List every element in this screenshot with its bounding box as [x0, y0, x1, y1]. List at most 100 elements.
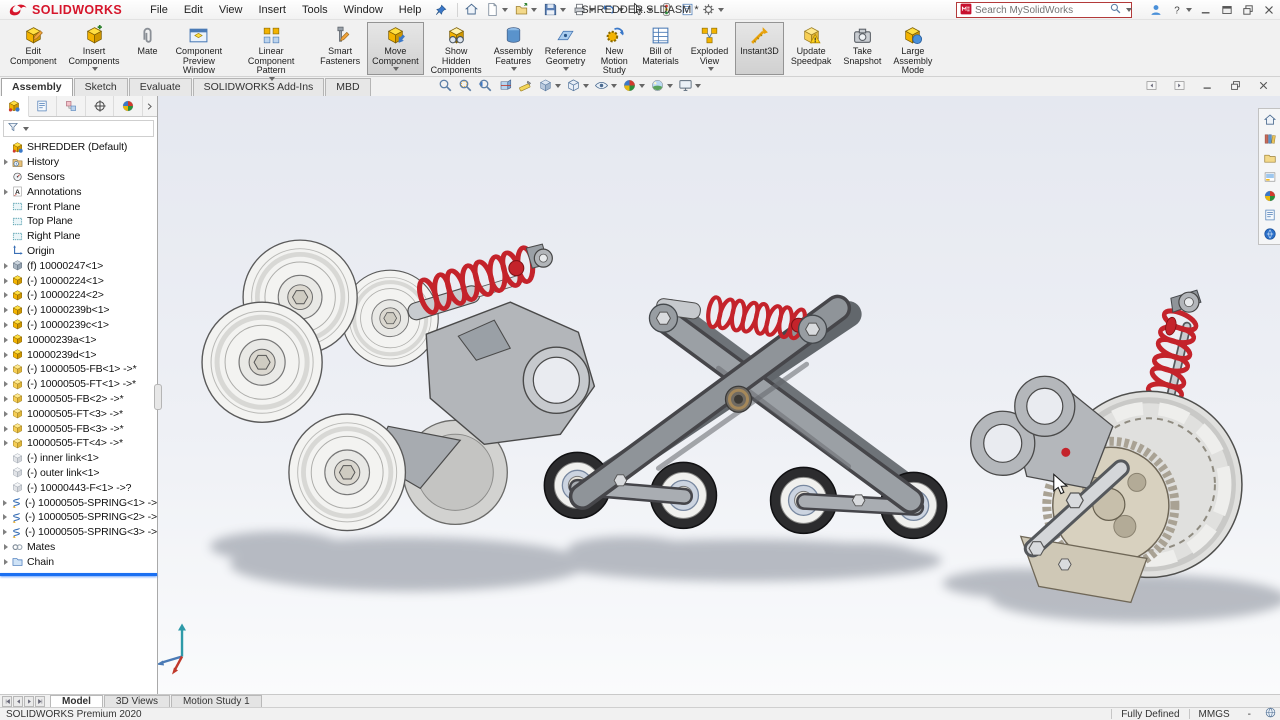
reference-geometry-button[interactable]: Reference Geometry: [540, 22, 592, 75]
pane-left-button[interactable]: [1143, 79, 1160, 92]
tree-item-10000443-f-1[interactable]: (-) 10000443-F<1> ->?: [0, 480, 157, 495]
expand-arrow[interactable]: [0, 500, 10, 506]
expand-arrow[interactable]: [0, 544, 11, 550]
solidworks-forum-button[interactable]: [1261, 226, 1279, 241]
menu-view[interactable]: View: [211, 1, 251, 19]
move-component-dropdown-icon[interactable]: [393, 67, 399, 71]
expand-arrow[interactable]: [0, 352, 11, 358]
tree-item-10000505-ft-4[interactable]: 10000505-FT<4> ->*: [0, 436, 157, 451]
expand-arrow[interactable]: [0, 381, 11, 387]
display-style-dropdown-icon[interactable]: [583, 84, 589, 88]
panel-splitter-handle[interactable]: [154, 384, 162, 410]
tab-mbd[interactable]: MBD: [325, 78, 370, 96]
menu-edit[interactable]: Edit: [176, 1, 211, 19]
pane-right-button[interactable]: [1171, 79, 1188, 92]
next-tab-button[interactable]: [24, 696, 34, 707]
tree-item-10000505-fb-2[interactable]: 10000505-FB<2> ->*: [0, 392, 157, 407]
tree-item-10000239a-1[interactable]: 10000239a<1>: [0, 332, 157, 347]
panel-tab-configuration-manager[interactable]: [57, 96, 86, 116]
search-icon[interactable]: [1110, 3, 1121, 17]
units-selector[interactable]: MMGS: [1199, 709, 1230, 720]
tree-item-10000239c-1[interactable]: (-) 10000239c<1>: [0, 318, 157, 333]
panel-tab-feature-manager[interactable]: [0, 96, 29, 117]
exploded-view-dropdown-icon[interactable]: [708, 67, 714, 71]
display-style-button[interactable]: [566, 78, 589, 93]
show-hidden-components-button[interactable]: Show Hidden Components: [426, 22, 487, 75]
expand-arrow[interactable]: [0, 292, 11, 298]
search-box[interactable]: [956, 2, 1132, 18]
section-view-button[interactable]: [498, 78, 513, 93]
insert-components-dropdown-icon[interactable]: [92, 67, 98, 71]
expand-arrow[interactable]: [0, 337, 11, 343]
edit-appearance-dropdown-icon[interactable]: [639, 84, 645, 88]
expand-arrow[interactable]: [0, 189, 11, 195]
tree-item-10000505-ft-1[interactable]: (-) 10000505-FT<1> ->*: [0, 377, 157, 392]
save-dropdown-icon[interactable]: [560, 8, 566, 12]
save-button[interactable]: [541, 2, 568, 17]
bottom-tab-motion-study-1[interactable]: Motion Study 1: [171, 695, 262, 707]
panel-tab-property-manager[interactable]: [29, 96, 58, 116]
open-document-dropdown-icon[interactable]: [531, 8, 537, 12]
expand-arrow[interactable]: [0, 411, 11, 417]
expand-arrow[interactable]: [0, 559, 11, 565]
first-tab-button[interactable]: [2, 696, 12, 707]
units-dropdown[interactable]: -: [1248, 709, 1251, 720]
new-motion-study-button[interactable]: New Motion Study: [593, 22, 635, 75]
tree-item-10000505-spring-3[interactable]: (-) 10000505-SPRING<3> ->: [0, 525, 157, 540]
tree-item-10000505-spring-2[interactable]: (-) 10000505-SPRING<2> ->: [0, 510, 157, 525]
assembly-features-button[interactable]: Assembly Features: [489, 22, 538, 75]
graphics-area[interactable]: Z: [158, 96, 1280, 694]
view-orientation-dropdown-icon[interactable]: [555, 84, 561, 88]
expand-arrow[interactable]: [0, 159, 11, 165]
mate-button[interactable]: Mate: [127, 22, 169, 75]
apply-scene-dropdown-icon[interactable]: [667, 84, 673, 88]
apply-scene-button[interactable]: [650, 78, 673, 93]
smart-fasteners-button[interactable]: Smart Fasteners: [315, 22, 365, 75]
tree-item-10000505-fb-3[interactable]: 10000505-FB<3> ->*: [0, 421, 157, 436]
expand-arrow[interactable]: [0, 396, 11, 402]
search-input[interactable]: [975, 4, 1107, 17]
panel-tab-dimxpert-manager[interactable]: [86, 96, 115, 116]
close-document-button[interactable]: [1255, 79, 1272, 92]
tree-item-outer-link-1[interactable]: (-) outer link<1>: [0, 466, 157, 481]
instant3d-button[interactable]: Instant3D: [735, 22, 784, 75]
bottom-tab-3d-views[interactable]: 3D Views: [104, 695, 170, 707]
menu-file[interactable]: File: [142, 1, 176, 19]
pin-menu-icon[interactable]: [435, 4, 447, 16]
reference-geometry-dropdown-icon[interactable]: [563, 67, 569, 71]
new-document-button[interactable]: [483, 2, 510, 17]
update-speedpak-button[interactable]: Update Speedpak: [786, 22, 837, 75]
close-app-button[interactable]: [1262, 3, 1276, 17]
tree-item-sensors[interactable]: Sensors: [0, 170, 157, 185]
tab-solidworks-add-ins[interactable]: SOLIDWORKS Add-Ins: [193, 78, 325, 96]
move-component-button[interactable]: Move Component: [367, 22, 424, 75]
view-settings-dropdown-icon[interactable]: [695, 84, 701, 88]
panel-tabs-overflow-icon[interactable]: [143, 96, 157, 116]
view-settings-button[interactable]: [678, 78, 701, 93]
new-document-dropdown-icon[interactable]: [502, 8, 508, 12]
filter-funnel-icon[interactable]: [7, 121, 19, 136]
zoom-to-fit-button[interactable]: [438, 78, 453, 93]
insert-components-button[interactable]: Insert Components: [64, 22, 125, 75]
panel-tab-display-manager[interactable]: [114, 96, 143, 116]
expand-arrow[interactable]: [0, 307, 11, 313]
file-explorer-button[interactable]: [1261, 150, 1279, 165]
globe-icon[interactable]: [1265, 707, 1276, 720]
expand-arrow[interactable]: [0, 529, 10, 535]
search-dropdown-icon[interactable]: [1126, 8, 1132, 12]
expand-arrow[interactable]: [0, 514, 10, 520]
tree-item-chain[interactable]: Chain: [0, 554, 157, 569]
tree-item-annotations[interactable]: AAnnotations: [0, 184, 157, 199]
bottom-tab-model[interactable]: Model: [50, 695, 103, 707]
tree-filter[interactable]: [3, 120, 154, 137]
tab-sketch[interactable]: Sketch: [74, 78, 128, 96]
tree-root[interactable]: SHREDDER (Default): [0, 140, 157, 155]
tree-item-10000239b-1[interactable]: (-) 10000239b<1>: [0, 303, 157, 318]
menu-tools[interactable]: Tools: [294, 1, 336, 19]
minimize-app-button[interactable]: [1199, 3, 1213, 17]
tree-item-right-plane[interactable]: Right Plane: [0, 229, 157, 244]
assembly-features-dropdown-icon[interactable]: [511, 67, 517, 71]
tab-assembly[interactable]: Assembly: [1, 78, 73, 96]
prev-tab-button[interactable]: [13, 696, 23, 707]
tree-item-10000224-1[interactable]: (-) 10000224<1>: [0, 273, 157, 288]
